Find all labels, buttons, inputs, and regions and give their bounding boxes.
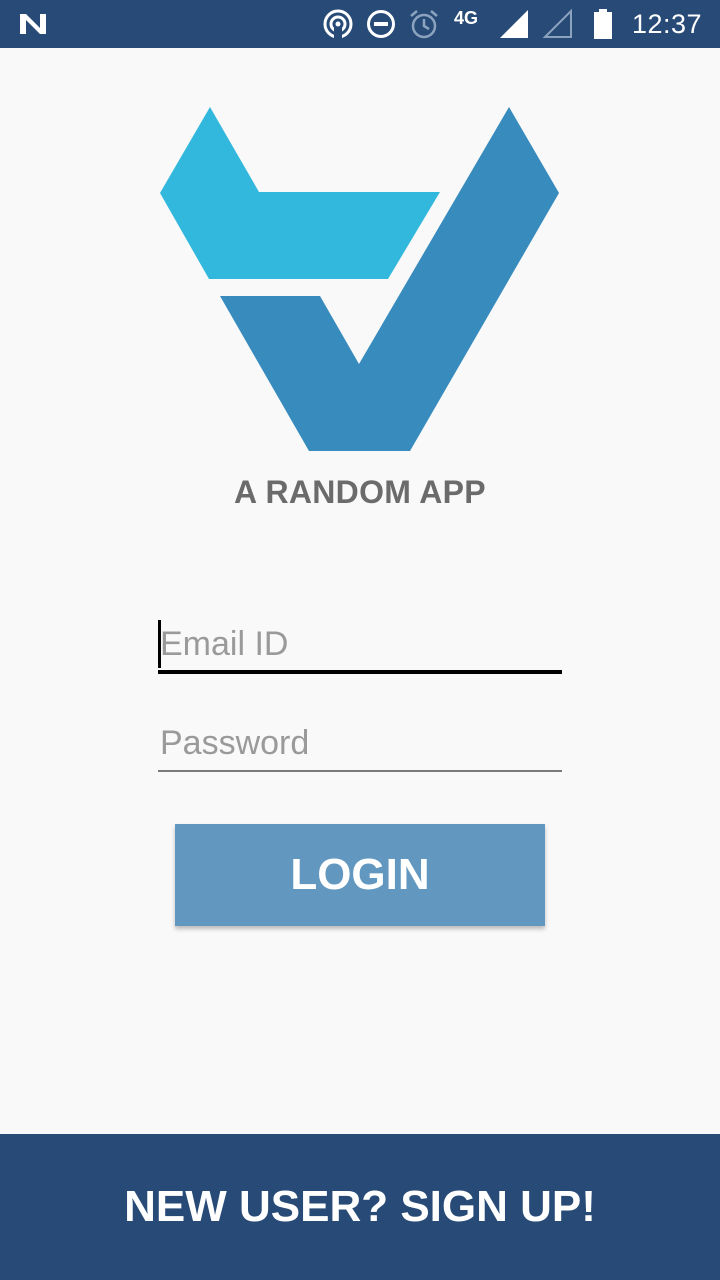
logo-light-shape [160, 107, 440, 279]
app-name: A RANDOM APP [234, 474, 486, 510]
network-type: 4G [454, 7, 479, 28]
hotspot-icon [322, 0, 354, 48]
signal-icon [498, 0, 530, 48]
email-field[interactable] [158, 618, 562, 674]
signal-empty-icon [542, 0, 574, 48]
sign-up-button[interactable]: NEW USER? SIGN UP! [0, 1134, 720, 1280]
status-bar: 4G 12:37 [0, 0, 720, 48]
app-logo [160, 107, 559, 451]
battery-icon [592, 0, 614, 48]
sign-up-label: NEW USER? SIGN UP! [124, 1182, 596, 1231]
n-icon [18, 0, 48, 48]
password-field[interactable] [158, 716, 562, 772]
text-cursor [158, 620, 161, 668]
alarm-icon [408, 0, 440, 48]
login-button[interactable]: LOGIN [175, 824, 545, 926]
do-not-disturb-icon [366, 0, 396, 48]
clock: 12:37 [632, 8, 703, 39]
